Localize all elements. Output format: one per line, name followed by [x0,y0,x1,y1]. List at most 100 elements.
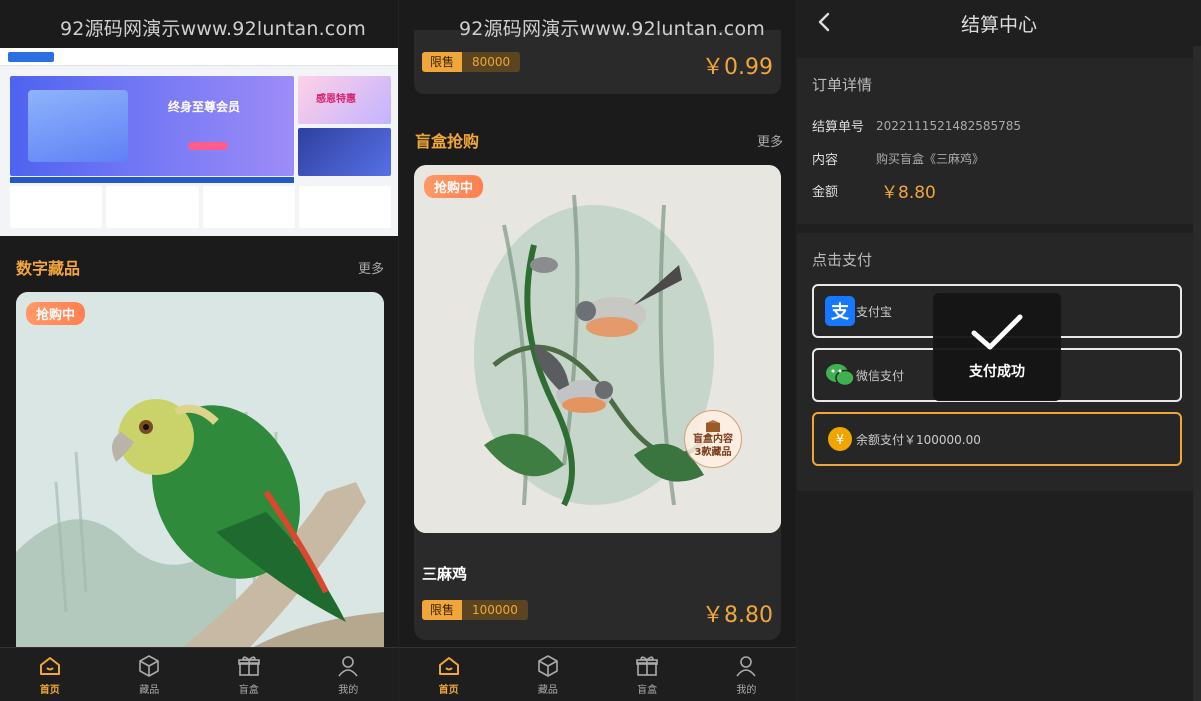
tab-blindbox[interactable]: 盲盒 [199,648,299,701]
order-number-value: 2022111521482585785 [876,118,1022,133]
tab-label: 首页 [39,684,60,696]
tab-label: 盲盒 [238,684,259,696]
svg-text:¥: ¥ [836,433,844,448]
gift-icon [636,655,658,676]
birds-artwork [414,165,781,533]
limited-label: 限售 [422,600,463,620]
home-screen-blindbox: 92源码网演示www.92luntan.com 限售 80000 ￥0.99 盲… [399,0,796,701]
wechat-pay-label: 微信支付 [856,368,905,383]
bottom-tab-bar: 首页 藏品 盲盒 我的 [0,647,398,701]
site-logo [8,51,54,62]
hero-title: 终身至尊会员 [168,100,241,114]
tab-home[interactable]: 首页 [0,648,100,701]
bottom-tab-bar: 首页 藏品 盲盒 我的 [399,647,796,701]
watermark-text: 92源码网演示www.92luntan.com [60,18,366,40]
alipay-label: 支付宝 [856,304,893,319]
seal-line-1: 盲盒内容 [693,434,733,445]
promo-side-title: 感恩特惠 [316,94,356,105]
collection-card-parrot[interactable]: 抢购中 [16,292,384,672]
hero-strip [10,177,294,183]
tab-label: 我的 [736,684,757,696]
blindbox-price: ￥8.80 [702,603,773,628]
home-screen-digital-collections: 92源码网演示www.92luntan.com 终身至尊会员 感恩特惠 数字藏品 [0,0,398,701]
tab-profile[interactable]: 我的 [697,648,796,701]
tab-collections[interactable]: 藏品 [100,648,200,701]
order-content-value: 购买盲盒《三麻鸡》 [876,152,985,166]
promo-side-card-2[interactable] [298,128,391,176]
tab-collections[interactable]: 藏品 [498,648,597,701]
payment-success-toast: 支付成功 [933,293,1061,401]
blindbox-card[interactable]: 抢购中 盲盒内容 3款藏品 三麻鸡 限售 100000 ￥8.80 [414,165,781,640]
checkmark-icon [971,314,1023,350]
limited-count: 80000 [462,52,521,72]
order-number-row: 结算单号 2022111521482585785 [812,116,1022,136]
order-number-label: 结算单号 [812,120,865,135]
more-link[interactable]: 更多 [757,131,783,150]
limited-badge: 限售 100000 [422,600,528,620]
order-content-label: 内容 [812,153,839,168]
on-sale-tag: 抢购中 [26,302,86,325]
feature-card[interactable] [106,186,199,228]
section-header-collections: 数字藏品 更多 [16,255,384,279]
tab-profile[interactable]: 我的 [299,648,399,701]
seal-line-2: 3款藏品 [694,447,732,458]
limited-badge: 限售 80000 [422,52,521,72]
home-icon [39,656,60,675]
back-arrow-icon[interactable] [813,10,837,34]
order-details-heading: 订单详情 [812,76,873,94]
balance-pay-label: 余额支付￥100000.00 [856,432,981,447]
feature-card[interactable] [298,186,391,228]
hero-illustration [28,90,128,162]
promo-side-card[interactable]: 感恩特惠 [298,76,391,124]
feature-card[interactable] [202,186,295,228]
svg-text:支: 支 [830,301,850,323]
page-title: 结算中心 [960,13,1037,36]
tab-label: 盲盒 [637,684,658,696]
order-amount-row: 金额 ￥8.80 [812,178,936,203]
tab-label: 我的 [338,684,359,696]
tab-label: 首页 [438,684,459,696]
checkout-nav-bar: 结算中心 [797,0,1201,46]
more-link[interactable]: 更多 [358,258,384,277]
user-icon [338,655,358,676]
section-title: 盲盒抢购 [415,132,480,151]
parrot-artwork [16,292,384,672]
balance-pay-option[interactable]: ¥ 余额支付￥100000.00 [812,412,1182,466]
alipay-icon: 支 [824,296,856,326]
limited-count: 100000 [462,600,528,620]
tab-label: 藏品 [537,684,558,696]
blindbox-image: 抢购中 盲盒内容 3款藏品 [414,165,781,533]
order-amount-label: 金额 [812,185,839,200]
limited-label: 限售 [422,52,463,72]
screenshot-root: 92源码网演示www.92luntan.com 终身至尊会员 感恩特惠 数字藏品 [0,0,1201,701]
order-content-row: 内容 购买盲盒《三麻鸡》 [812,149,984,168]
payment-heading: 点击支付 [812,251,873,269]
yen-coin-icon: ¥ [824,424,856,454]
site-nav-bar [0,48,398,66]
watermark-text: 92源码网演示www.92luntan.com [459,18,765,40]
tab-blindbox[interactable]: 盲盒 [598,648,697,701]
toast-message: 支付成功 [969,364,1025,380]
on-sale-tag: 抢购中 [424,175,484,198]
gift-icon [237,655,260,676]
cube-icon [139,654,160,677]
vip-hero-banner[interactable]: 终身至尊会员 [10,76,294,176]
banner-feature-cards [10,186,391,228]
order-details-panel: 订单详情 结算单号 2022111521482585785 内容 购买盲盒《三麻… [797,58,1193,224]
tab-home[interactable]: 首页 [399,648,498,701]
section-title: 数字藏品 [16,259,81,278]
blindbox-content-seal: 盲盒内容 3款藏品 [684,410,742,468]
item-price: ￥0.99 [702,55,773,80]
scrollbar-track[interactable] [1193,46,1201,701]
feature-card[interactable] [10,186,103,228]
hero-cta-button[interactable] [188,142,228,150]
box-icon [706,420,720,432]
section-header-blindbox: 盲盒抢购 更多 [415,128,783,152]
order-amount-value: ￥8.80 [881,183,936,203]
checkout-screen: 结算中心 订单详情 结算单号 2022111521482585785 内容 购买… [797,0,1201,701]
user-icon [736,655,757,676]
promo-banner[interactable]: 终身至尊会员 感恩特惠 [0,48,398,236]
blindbox-name: 三麻鸡 [422,565,468,583]
wechat-icon [824,360,856,390]
home-icon [438,656,459,675]
